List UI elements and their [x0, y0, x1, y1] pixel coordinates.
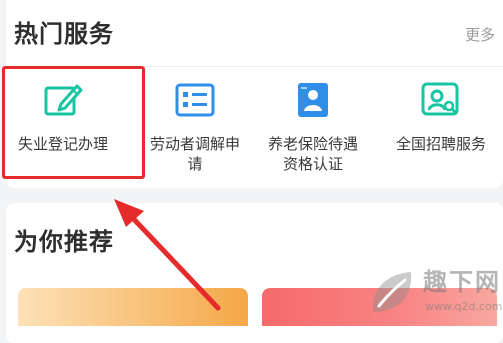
id-badge-icon: [293, 82, 333, 118]
watermark-leaf-icon: [372, 272, 412, 312]
watermark-logo: 趣下网 www.q2d.com: [367, 268, 503, 320]
hot-services-title: 热门服务: [14, 20, 114, 48]
watermark-url: www.q2d.com: [425, 300, 503, 313]
service-label: 养老保险待遇 资格认证: [267, 135, 358, 173]
list-form-icon: [175, 82, 215, 118]
service-label: 全国招聘服务: [395, 135, 486, 153]
service-labor-mediation[interactable]: 劳动者调解申 请: [132, 82, 258, 174]
watermark-text: 趣下网: [423, 268, 501, 296]
service-label: 劳动者调解申 请: [149, 135, 240, 173]
more-link[interactable]: 更多: [465, 28, 495, 43]
service-pension-qualification[interactable]: 养老保险待遇 资格认证: [250, 82, 376, 174]
recommend-title: 为你推荐: [14, 228, 114, 256]
service-national-recruitment[interactable]: 全国招聘服务: [378, 82, 503, 154]
recommend-tile-1[interactable]: [18, 288, 248, 326]
search-person-icon: [421, 82, 461, 118]
highlight-box: [2, 66, 145, 179]
